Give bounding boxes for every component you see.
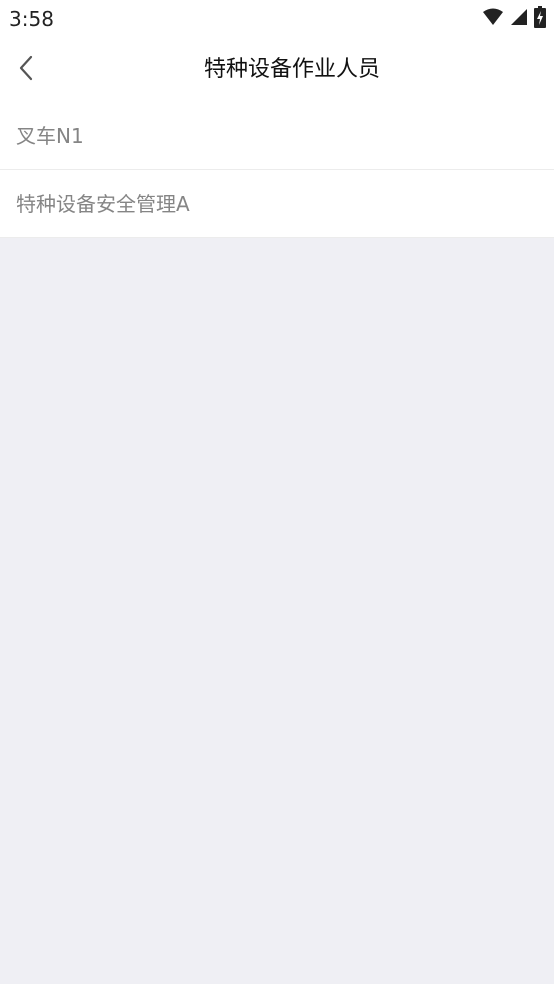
certificate-list: 叉车N1 特种设备安全管理A (0, 102, 554, 238)
cellular-signal-icon (510, 8, 528, 30)
list-item-label: 叉车N1 (16, 124, 84, 148)
battery-charging-icon (534, 6, 546, 32)
wifi-icon (482, 8, 504, 30)
chevron-left-icon (18, 55, 34, 85)
nav-bar: 特种设备作业人员 (0, 38, 554, 102)
screen: 3:58 特种设备作业人员 叉车N1 特种设备安全管理A (0, 0, 554, 984)
status-icons (482, 6, 546, 32)
back-button[interactable] (8, 52, 44, 88)
list-item[interactable]: 叉车N1 (0, 102, 554, 170)
list-item[interactable]: 特种设备安全管理A (0, 170, 554, 238)
status-bar: 3:58 (0, 0, 554, 38)
page-title: 特种设备作业人员 (203, 57, 380, 82)
status-time: 3:58 (9, 7, 54, 31)
list-item-label: 特种设备安全管理A (16, 192, 190, 216)
